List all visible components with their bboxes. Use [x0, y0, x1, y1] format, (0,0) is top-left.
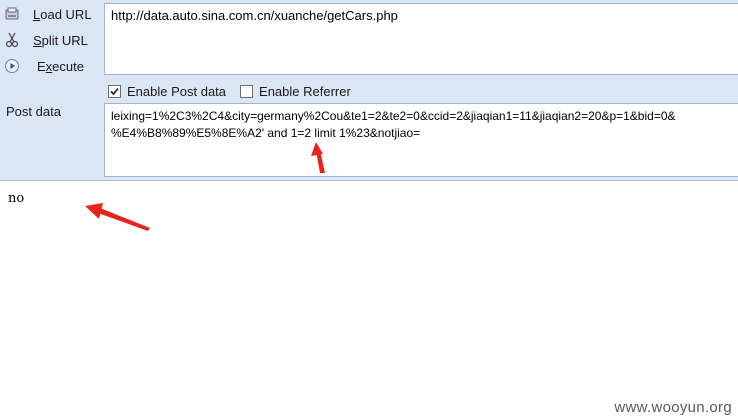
load-url-icon [4, 6, 20, 22]
options-row: Enable Post data Enable Referrer [108, 82, 365, 100]
split-url-button[interactable]: Split URL [0, 28, 100, 52]
enable-post-checkbox[interactable] [108, 84, 121, 98]
response-text: no [8, 191, 25, 206]
red-arrow-result [85, 203, 150, 231]
post-data-label: Post data [6, 104, 61, 119]
post-data-textarea[interactable]: leixing=1%2C3%2C4&city=germany%2Cou&te1=… [104, 103, 738, 177]
load-url-button[interactable]: Load URL [0, 2, 100, 26]
hackbar-panel: Load URL Split URL Execute http://data.a… [0, 0, 738, 180]
scissors-icon [4, 32, 20, 48]
panel-divider [0, 180, 738, 181]
enable-referrer-label[interactable]: Enable Referrer [259, 84, 351, 99]
execute-label: Execute [37, 59, 84, 74]
post-data-line-2: %E4%B8%89%E5%8E%A2' and 1=2 limit 1%23&n… [111, 126, 421, 140]
execute-button[interactable]: Execute [0, 54, 100, 78]
enable-referrer-checkbox[interactable] [240, 84, 254, 98]
play-icon [4, 58, 20, 74]
checkmark-icon [110, 87, 119, 95]
enable-post-label[interactable]: Enable Post data [127, 84, 226, 99]
url-input[interactable]: http://data.auto.sina.com.cn/xuanche/get… [104, 3, 738, 75]
load-url-label: Load URL [33, 7, 92, 22]
post-data-line-1: leixing=1%2C3%2C4&city=germany%2Cou&te1=… [111, 109, 676, 123]
watermark-text: www.wooyun.org [614, 399, 732, 416]
split-url-label: Split URL [33, 33, 88, 48]
